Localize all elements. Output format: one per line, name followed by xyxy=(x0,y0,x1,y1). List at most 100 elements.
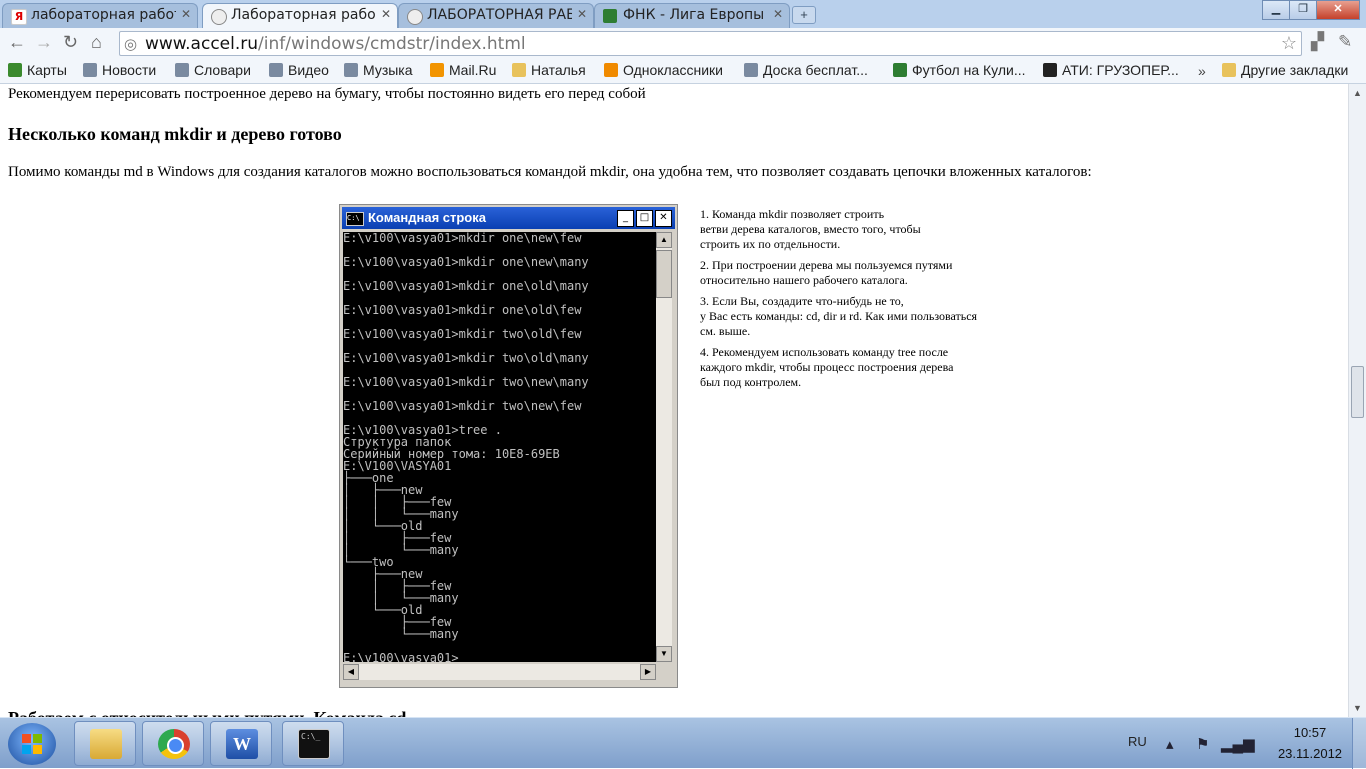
fnk-icon xyxy=(893,63,907,77)
close-icon: ✕ xyxy=(655,210,672,227)
paragraph-mkdir: Помимо команды md в Windows для создания… xyxy=(8,164,1092,180)
bookmark-item[interactable]: Карты xyxy=(8,62,67,78)
console-line: E:\v100\vasya01>mkdir one\new\many xyxy=(343,255,589,269)
forward-icon[interactable]: → xyxy=(35,32,53,53)
bookmark-item[interactable]: Футбол на Кули... xyxy=(893,62,1026,78)
tab-active-lab[interactable]: Лабораторная работ ✕ xyxy=(202,3,398,28)
tab-fnk[interactable]: ФНК - Лига Европы : ✕ xyxy=(594,3,790,28)
clock-date[interactable]: 23.11.2012 xyxy=(1266,746,1354,761)
other-bookmarks-label: Другие закладки xyxy=(1241,62,1349,78)
console-line: └───many xyxy=(343,627,459,641)
show-desktop-button[interactable] xyxy=(1352,718,1366,769)
bookmark-item[interactable]: Mail.Ru xyxy=(430,62,496,78)
scroll-up-icon: ▲ xyxy=(656,232,672,248)
scroll-up-icon[interactable]: ▲ xyxy=(1353,88,1362,98)
bookmark-item[interactable]: Доска бесплат... xyxy=(744,62,868,78)
folder-icon xyxy=(1222,63,1236,77)
maximize-icon: □ xyxy=(636,210,653,227)
reload-icon[interactable]: ↻ xyxy=(63,32,78,53)
console-output: E:\v100\vasya01>mkdir one\new\few E:\v100… xyxy=(343,232,656,662)
bookmark-item[interactable]: Новости xyxy=(83,62,156,78)
scroll-down-icon[interactable]: ▼ xyxy=(1353,703,1362,713)
home-icon[interactable]: ⌂ xyxy=(91,32,102,53)
scroll-left-icon: ◀ xyxy=(343,664,359,680)
clock-time[interactable]: 10:57 xyxy=(1270,725,1350,740)
note-line: 2. При построении дерева мы пользуемся п… xyxy=(700,258,953,272)
page-scroll-thumb[interactable] xyxy=(1351,366,1364,418)
taskbar-chrome[interactable] xyxy=(142,721,204,766)
address-bar[interactable]: ◎ www.accel.ru/inf/windows/cmdstr/index.… xyxy=(119,31,1302,56)
other-bookmarks[interactable]: Другие закладки xyxy=(1222,62,1348,78)
close-window-icon[interactable]: ✕ xyxy=(1316,0,1360,20)
taskbar-cmd[interactable]: C:\_ xyxy=(282,721,344,766)
back-icon[interactable]: ← xyxy=(8,32,26,53)
minimize-icon[interactable]: ▁ xyxy=(1262,0,1290,20)
tab-close-icon[interactable]: ✕ xyxy=(773,7,783,21)
bookmark-item[interactable]: Словари xyxy=(175,62,251,78)
new-tab-button[interactable]: + xyxy=(792,6,816,24)
side-notes: 1. Команда mkdir позволяет строить ветви … xyxy=(700,207,977,396)
tab-label: ЛАБОРАТОРНАЯ РАБ xyxy=(427,7,572,23)
extension-icon[interactable]: ▞ xyxy=(1311,32,1324,52)
bookmarks-overflow-icon[interactable]: » xyxy=(1198,63,1206,79)
mailru-icon xyxy=(430,63,444,77)
note-line: относительно нашего рабочего каталога. xyxy=(700,273,908,287)
page-info-icon[interactable]: ◎ xyxy=(124,35,137,53)
bookmark-item[interactable]: АТИ: ГРУЗОПЕР... xyxy=(1043,62,1179,78)
page-icon xyxy=(344,63,358,77)
bookmark-item[interactable]: Наталья xyxy=(512,62,586,78)
tab-close-icon[interactable]: ✕ xyxy=(381,7,391,21)
page-icon xyxy=(83,63,97,77)
cmd-icon: C:\_ xyxy=(298,729,330,759)
page-scrollbar[interactable]: ▲ ▼ xyxy=(1348,84,1366,717)
bookmark-star-icon[interactable]: ☆ xyxy=(1281,33,1297,54)
scroll-down-icon: ▼ xyxy=(656,646,672,662)
note-item: 3. Если Вы, создадите что-нибудь не то, у… xyxy=(700,294,977,339)
page-content: Рекомендуем перерисовать построенное дер… xyxy=(0,84,1348,717)
language-indicator[interactable]: RU xyxy=(1128,734,1147,749)
bookmark-item[interactable]: Музыка xyxy=(344,62,413,78)
bookmark-label: Музыка xyxy=(363,62,413,78)
windows-logo-icon xyxy=(22,734,42,754)
tab-close-icon[interactable]: ✕ xyxy=(577,7,587,21)
bookmark-item[interactable]: Видео xyxy=(269,62,329,78)
bookmark-item[interactable]: Одноклассники xyxy=(604,62,723,78)
note-line: каждого mkdir, чтобы процесс построения … xyxy=(700,360,954,374)
taskbar-explorer[interactable] xyxy=(74,721,136,766)
bookmark-label: Карты xyxy=(27,62,67,78)
start-button[interactable] xyxy=(8,723,56,765)
cmd-window-screenshot: C:\ Командная строка _ □ ✕ E:\v100\vasya… xyxy=(339,204,678,688)
page-icon xyxy=(175,63,189,77)
bookmark-label: Новости xyxy=(102,62,157,78)
console-line: E:\v100\vasya01>mkdir one\old\few xyxy=(343,303,582,317)
note-line: у Вас есть команды: cd, dir и rd. Как им… xyxy=(700,309,978,323)
cmd-icon: C:\ xyxy=(346,212,364,226)
taskbar-word[interactable]: W xyxy=(210,721,272,766)
note-line: строить их по отдельности. xyxy=(700,237,841,251)
minimize-icon: _ xyxy=(617,210,634,227)
maximize-icon[interactable]: ❐ xyxy=(1289,0,1317,20)
maps-icon xyxy=(8,63,22,77)
bookmark-label: АТИ: ГРУЗОПЕР... xyxy=(1062,62,1179,78)
tab-close-icon[interactable]: ✕ xyxy=(181,7,191,21)
url-text: www.accel.ru/inf/windows/cmdstr/index.ht… xyxy=(145,34,526,54)
console-line: E:\v100\vasya01> xyxy=(343,651,459,662)
odnoklassniki-icon xyxy=(604,63,618,77)
yandex-icon: Я xyxy=(11,9,27,25)
network-icon[interactable]: ▂▄▆ xyxy=(1221,735,1255,753)
fnk-icon xyxy=(603,9,617,23)
ati-icon xyxy=(1043,63,1057,77)
console-line: E:\v100\vasya01>mkdir two\old\many xyxy=(343,351,589,365)
cmd-horizontal-scrollbar: ◀ ▶ xyxy=(343,664,656,680)
cmd-titlebar: C:\ Командная строка _ □ ✕ xyxy=(342,207,675,229)
heading-cd: Работаем с относительными путями. Команд… xyxy=(8,708,406,717)
console-line: E:\v100\vasya01>mkdir two\old\few xyxy=(343,327,582,341)
console-line: E:\v100\vasya01>mkdir two\new\few xyxy=(343,399,582,413)
tab-lab-caps[interactable]: ЛАБОРАТОРНАЯ РАБ ✕ xyxy=(398,3,594,28)
tab-yandex[interactable]: Я лабораторная работ ✕ xyxy=(2,3,198,28)
bookmark-label: Футбол на Кули... xyxy=(912,62,1026,78)
tab-label: ФНК - Лига Европы : xyxy=(623,7,768,23)
wrench-icon[interactable]: ✎ xyxy=(1338,32,1352,52)
action-center-icon[interactable]: ⚑ xyxy=(1196,735,1209,753)
tray-arrow-icon[interactable]: ▴ xyxy=(1166,735,1174,753)
